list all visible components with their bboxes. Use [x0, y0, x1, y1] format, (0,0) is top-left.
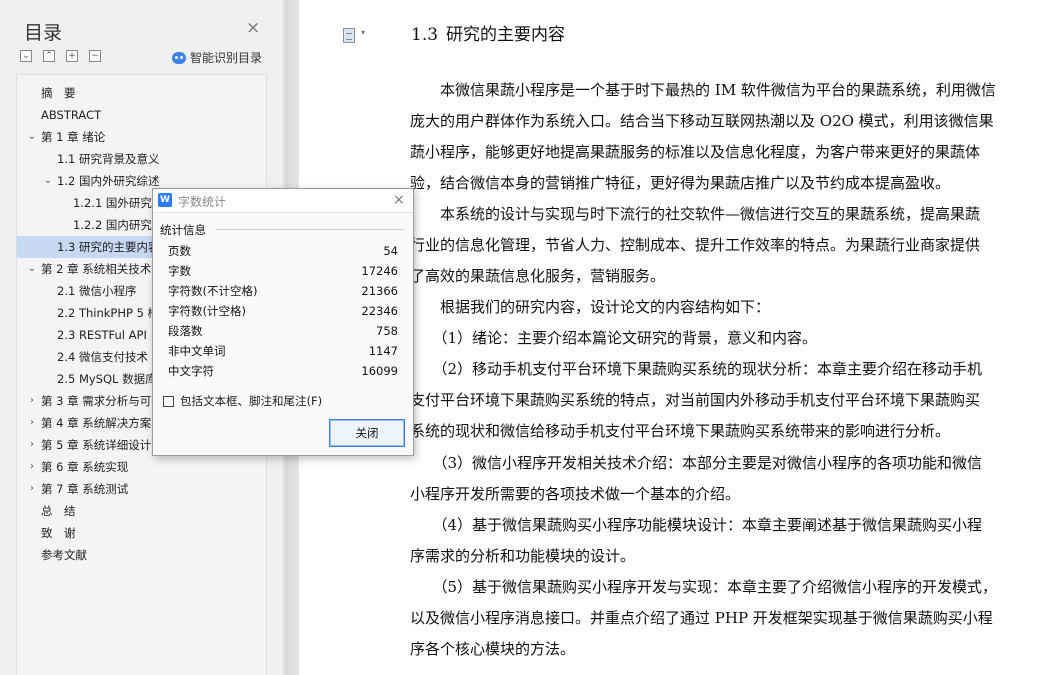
toc-title: 目录	[24, 22, 63, 44]
toc-item-label: 第 7 章 系统测试	[41, 482, 129, 496]
chevron-right-icon[interactable]: ›	[27, 412, 37, 434]
toc-item-label: 1.1 研究背景及意义	[57, 152, 160, 166]
toc-item[interactable]: › 第 7 章 系统测试	[17, 478, 266, 500]
paragraph-line: （4）基于微信果蔬购买小程序功能模块设计：本章主要阐述基于微信果蔬购买小程	[410, 516, 983, 534]
paragraph-line: （2）移动手机支付平台环境下果蔬购买系统的现状分析：本章主要介绍在移动手机	[410, 360, 983, 378]
paragraph-line: 验，结合微信本身的营销推广特征，更好得为果蔬店推广以及节约成本提高盈收。	[410, 174, 951, 192]
paragraph-line: 序需求的分析和功能模块的设计。	[410, 547, 636, 565]
toc-item-label: 1.3 研究的主要内容	[57, 240, 160, 254]
toc-item-label: 第 4 章 系统解决方案	[41, 416, 152, 430]
stat-row: 字数 17246	[168, 261, 398, 281]
stat-label: 页数	[168, 244, 191, 258]
toc-item[interactable]: 摘 要	[17, 82, 266, 104]
toc-item-label: 2.1 微信小程序	[57, 284, 137, 298]
dialog-titlebar[interactable]: W 字数统计 ×	[153, 189, 413, 213]
close-icon[interactable]: ×	[246, 18, 260, 38]
close-button[interactable]: 关闭	[329, 419, 405, 447]
stat-row: 字符数(计空格) 22346	[168, 301, 398, 321]
stat-value: 17246	[361, 264, 398, 278]
toc-item-label: 第 1 章 绪论	[41, 130, 106, 144]
add-level-icon[interactable]: +	[66, 50, 78, 62]
toc-item[interactable]: ⌄ 第 1 章 绪论	[17, 126, 266, 148]
stat-label: 段落数	[168, 324, 203, 338]
chevron-down-icon[interactable]: ⌄	[27, 126, 37, 148]
toc-item[interactable]: 致 谢	[17, 522, 266, 544]
stat-value: 758	[376, 324, 398, 338]
stat-label: 字符数(不计空格)	[168, 284, 258, 298]
stat-row: 字符数(不计空格) 21366	[168, 281, 398, 301]
toc-item-label: 2.3 RESTFul API	[57, 328, 147, 342]
document-icon[interactable]	[343, 28, 355, 43]
smart-toc-label: 智能识别目录	[190, 51, 263, 65]
heading-text: 研究的主要内容	[446, 25, 566, 45]
paragraph-line: 蔬小程序，能够更好地提高果蔬服务的标准以及信息化程度，为客户带来更好的果蔬体	[410, 143, 981, 161]
divider	[215, 229, 405, 230]
paragraph-line: 根据我们的研究内容，设计论文的内容结构如下：	[410, 298, 771, 316]
stat-row: 中文字符 16099	[168, 361, 398, 381]
toc-item-label: 2.5 MySQL 数据库	[57, 372, 157, 386]
paragraph-line: 序各个核心模块的方法。	[410, 640, 576, 658]
toc-item[interactable]: ABSTRACT	[17, 104, 266, 126]
stat-label: 字符数(计空格)	[168, 304, 246, 318]
checkbox-icon[interactable]	[163, 395, 174, 407]
toc-item-label: 参考文献	[41, 548, 87, 562]
paragraph-line: 以及微信小程序消息接口。并重点介绍了通过 PHP 开发框架实现基于微信果蔬购买小…	[410, 609, 993, 627]
chevron-right-icon[interactable]: ›	[27, 456, 37, 478]
robot-icon	[172, 51, 186, 64]
toc-item-label: 致 谢	[41, 526, 76, 540]
chevron-down-icon[interactable]: ⌄	[27, 258, 37, 280]
paragraph-line: 行业的信息化管理，节省人力、控制成本、提升工作效率的特点。为果蔬行业商家提供	[410, 236, 981, 254]
paragraph-line: 小程序开发所需要的各项技术做一个基本的介绍。	[410, 485, 741, 503]
toc-item[interactable]: › 第 6 章 系统实现	[17, 456, 266, 478]
toc-item[interactable]: 总 结	[17, 500, 266, 522]
chevron-right-icon[interactable]: ›	[27, 434, 37, 456]
paragraph-line: 了高效的果蔬信息化服务，营销服务。	[410, 267, 666, 285]
paragraph-line: 支付平台环境下果蔬购买系统的特点，对当前国内外移动手机支付平台环境下果蔬购买	[410, 391, 981, 409]
paragraph-line: 庞大的用户群体作为系统入口。结合当下移动互联网热潮以及 O2O 模式，利用该微信…	[410, 112, 994, 130]
app-logo-icon: W	[158, 193, 172, 207]
chevron-down-icon[interactable]: ⌄	[43, 170, 53, 192]
toc-item-label: 摘 要	[41, 86, 76, 100]
include-textbox-checkbox[interactable]: 包括文本框、脚注和尾注(F)	[163, 393, 322, 409]
paragraph-line: 系统的现状和微信给移动手机支付平台环境下果蔬购买系统带来的影响进行分析。	[410, 422, 951, 440]
stat-label: 中文字符	[168, 364, 214, 378]
stat-row: 段落数 758	[168, 321, 398, 341]
toc-item-label: 第 5 章 系统详细设计	[41, 438, 152, 452]
heading-number: 1.3	[411, 25, 439, 45]
expand-icon[interactable]: ⌃	[43, 50, 55, 62]
stat-value: 1147	[368, 344, 398, 358]
stat-value: 54	[383, 244, 398, 258]
word-count-dialog: W 字数统计 × 统计信息 页数 54 字数 17246 字符数(不计空格) 21366 字…	[152, 188, 414, 456]
paragraph-line: （1）绪论：主要介绍本篇论文研究的背景，意义和内容。	[410, 329, 818, 347]
checkbox-label: 包括文本框、脚注和尾注(F)	[180, 394, 323, 408]
stat-value: 16099	[361, 364, 398, 378]
stat-row: 页数 54	[168, 241, 398, 261]
toc-item-label: ABSTRACT	[41, 108, 102, 122]
stat-value: 21366	[361, 284, 398, 298]
stat-label: 字数	[168, 264, 191, 278]
chevron-down-icon[interactable]: ▾	[361, 28, 365, 37]
chevron-right-icon[interactable]: ›	[27, 478, 37, 500]
paragraph-line: （3）微信小程序开发相关技术介绍：本部分主要是对微信小程序的各项功能和微信	[410, 454, 983, 472]
close-icon[interactable]: ×	[393, 192, 405, 208]
smart-toc-button[interactable]: 智能识别目录	[172, 49, 262, 66]
stats-section-header: 统计信息	[160, 223, 206, 237]
paragraph-line: 本微信果蔬小程序是一个基于时下最热的 IM 软件微信为平台的果蔬系统，利用微信	[410, 81, 996, 99]
section-heading: 1.3 研究的主要内容	[411, 20, 565, 45]
toc-item-label: 2.4 微信支付技术	[57, 350, 148, 364]
toc-item-label: 总 结	[41, 504, 76, 518]
stat-row: 非中文单词 1147	[168, 341, 398, 361]
toc-item-label: 第 6 章 系统实现	[41, 460, 129, 474]
paragraph-line: 本系统的设计与实现与时下流行的社交软件—微信进行交互的果蔬系统，提高果蔬	[410, 205, 981, 223]
toc-item[interactable]: 1.1 研究背景及意义	[17, 148, 266, 170]
stat-value: 22346	[361, 304, 398, 318]
remove-level-icon[interactable]: −	[89, 50, 101, 62]
paragraph-line: （5）基于微信果蔬购买小程序开发与实现：本章主要了介绍微信小程序的开发模式，	[410, 578, 998, 596]
collapse-icon[interactable]: ⌄	[20, 50, 32, 62]
chevron-right-icon[interactable]: ›	[27, 390, 37, 412]
toc-item[interactable]: 参考文献	[17, 544, 266, 566]
dialog-title: 字数统计	[178, 195, 227, 209]
stat-label: 非中文单词	[168, 344, 226, 358]
toc-item-label: 1.2 国内外研究综述	[57, 174, 160, 188]
